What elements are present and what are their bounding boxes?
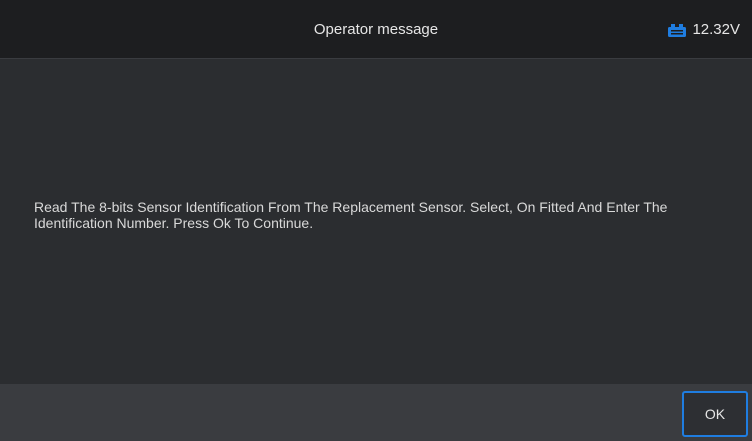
car-battery-icon: [667, 22, 687, 38]
battery-status: 12.32V: [667, 0, 740, 59]
operator-message-text: Read The 8-bits Sensor Identification Fr…: [34, 199, 668, 231]
title-bar: Operator message 12.32V: [0, 0, 752, 59]
action-bar: OK: [0, 384, 752, 441]
battery-voltage: 12.32V: [692, 21, 740, 38]
ok-button[interactable]: OK: [682, 391, 748, 437]
page-title: Operator message: [313, 21, 439, 38]
operator-message-screen: Operator message 12.32V Read The 8-bits …: [0, 0, 752, 441]
message-area: Read The 8-bits Sensor Identification Fr…: [0, 59, 752, 384]
